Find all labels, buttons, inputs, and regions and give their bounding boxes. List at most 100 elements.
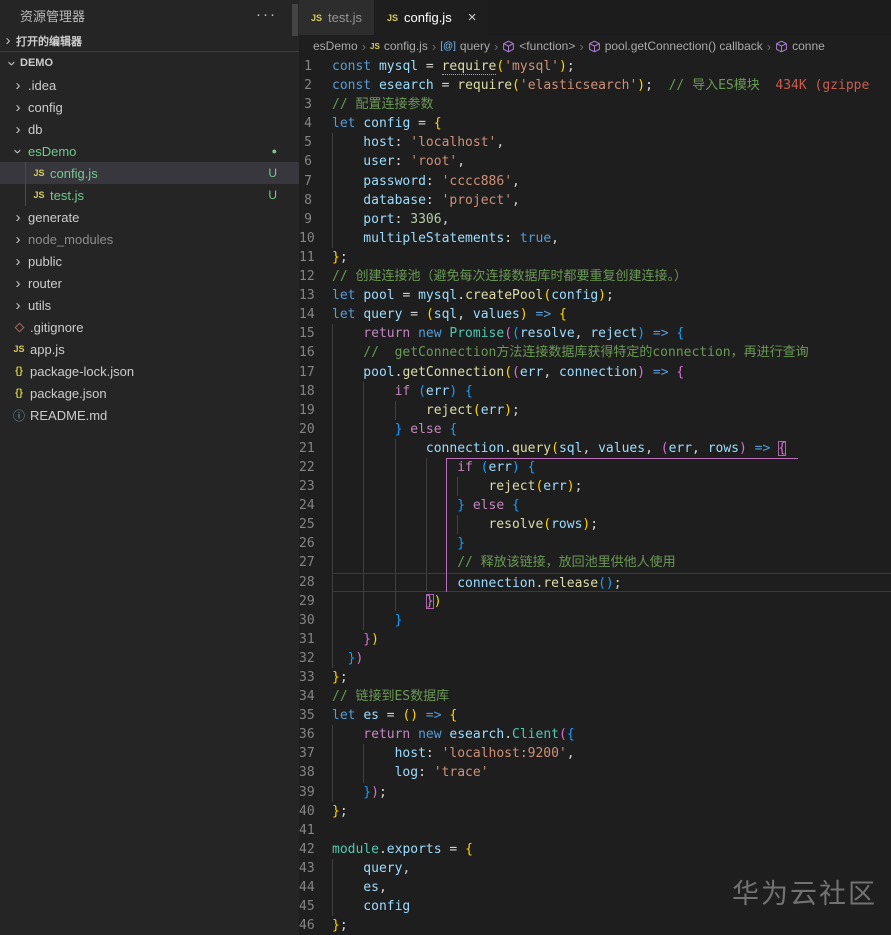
indent-guide [394,553,426,573]
line-content: }); [332,782,891,802]
breadcrumb-label: query [459,39,490,53]
line-number: 16 [299,345,315,361]
line-number: 12 [299,269,315,285]
breadcrumb-item-3[interactable]: <function> [502,39,575,53]
code-token: { [778,440,786,456]
tree-item-public[interactable]: › public [0,250,299,272]
chevron-down-icon: › [3,60,21,66]
tree-item-config[interactable]: › config [0,96,299,118]
tree-item-db[interactable]: › db [0,118,299,140]
breadcrumb-item-4[interactable]: pool.getConnection() callback [588,39,763,53]
line-number: 39 [299,784,315,800]
chevron-right-icon[interactable]: › [10,77,26,94]
code-line-24: 24} else { [299,496,891,516]
indent-guide [332,553,363,573]
sidebar-scrollbar-thumb[interactable] [292,4,298,36]
breadcrumb-item-1[interactable]: JS config.js [370,39,428,53]
tree-item-generate[interactable]: › generate [0,206,299,228]
tree-item-label: router [28,275,62,291]
tree-item-utils[interactable]: › utils [0,294,299,316]
chevron-right-icon[interactable]: › [10,121,26,138]
code-token: sql [558,440,583,456]
code-token: if [457,459,481,475]
code-token: , [543,364,559,380]
code-token: { [465,383,473,399]
chevron-right-icon[interactable]: › [10,275,26,292]
tree-item-label: test.js [50,187,84,203]
tree-item-router[interactable]: › router [0,272,299,294]
code-token: } [332,670,340,685]
line-number: 14 [299,307,315,323]
chevron-right-icon[interactable]: › [10,99,26,116]
code-token: : [394,135,411,151]
tree-item--gitignore[interactable]: .gitignore [0,316,299,338]
open-editors-section[interactable]: › 打开的编辑器 [0,30,299,52]
breadcrumb-item-0[interactable]: esDemo [313,39,358,53]
code-token: ; [512,402,520,418]
code-token: , [457,154,466,170]
tree-item-label: config.js [50,165,98,181]
line-number: 38 [299,765,315,781]
chevron-right-icon[interactable]: › [10,253,26,270]
indent-guide [425,553,457,573]
indent-guide [363,534,394,554]
line-number: 32 [299,650,315,666]
code-token: reject [488,479,536,495]
more-actions-icon[interactable]: ··· [256,7,277,22]
line-number: 2 [304,78,312,94]
tree-item-config-js[interactable]: JS config.js U [0,162,299,184]
breadcrumb-item-2[interactable]: [@] query [440,39,490,53]
code-token: // 配置连接参数 [332,97,434,113]
tab-config-js[interactable]: JS config.js × [374,0,489,35]
code-line-46: 46}; [299,916,891,935]
tree-item-test-js[interactable]: JS test.js U [0,184,299,206]
code-token: ( [512,78,520,94]
indent-guide [363,457,394,478]
tab-test-js[interactable]: JS test.js [299,0,374,35]
code-token: exports [386,841,442,857]
indent-guide [425,515,457,535]
tree-item-node-modules[interactable]: › node_modules [0,228,299,250]
code-token: ( [504,364,513,380]
chevron-down-icon[interactable]: › [10,143,27,159]
indent-guide [332,534,363,554]
tree-item-package-lock-json[interactable]: {} package-lock.json [0,360,299,382]
chevron-right-icon[interactable]: › [10,297,26,314]
code-token: reject [590,326,638,342]
chevron-right-icon[interactable]: › [10,209,26,226]
tree-item-app-js[interactable]: JS app.js [0,338,299,360]
close-icon[interactable]: × [468,9,477,26]
code-token: . [504,440,512,456]
line-number: 36 [299,727,315,743]
code-token: 434K (gzippe [759,78,870,94]
tree-item-esdemo[interactable]: › esDemo ● [0,140,299,162]
chevron-right-icon[interactable]: › [10,231,26,248]
code-token: password [363,173,426,189]
code-token: const [332,78,379,94]
code-token: else [465,498,512,514]
line-number: 10 [299,230,315,246]
line-number: 27 [299,555,315,571]
indent-guide [394,400,426,420]
line-number: 43 [299,860,315,876]
breadcrumb-label: pool.getConnection() callback [604,39,763,53]
code-editor[interactable]: 1 const mysql = require('mysql'); 2 const e… [299,57,891,935]
breadcrumb-label: config.js [383,39,428,53]
git-file-icon [10,322,28,332]
tree-item-readme-md[interactable]: ⓘ README.md [0,404,299,426]
code-token: // 导入ES模块 [668,78,760,94]
code-token: release [543,575,599,591]
tree-item-package-json[interactable]: {} package.json [0,382,299,404]
code-token: , [551,230,559,246]
code-line-1: 1 const mysql = require('mysql'); [299,57,891,76]
braces-icon: {} [15,387,23,399]
indent-guide [394,515,426,535]
code-token: => [527,307,560,323]
indent-guide [363,763,394,783]
code-line-19: 19 reject(err); [299,400,891,420]
root-folder-row[interactable]: › DEMO [0,52,299,74]
breadcrumb-item-5[interactable]: conne [775,39,825,53]
code-line-32: 32}) [299,648,891,668]
tree-item--idea[interactable]: › .idea [0,74,299,96]
code-token: ( [504,326,513,342]
